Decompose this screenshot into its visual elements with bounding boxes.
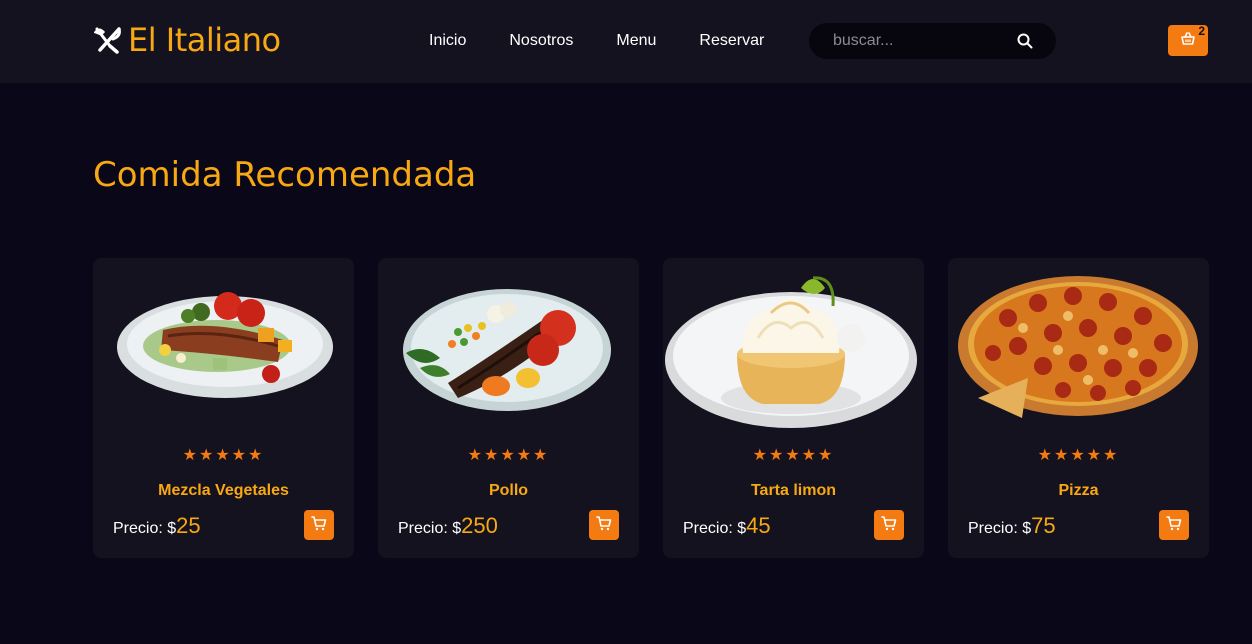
main-nav: Inicio Nosotros Menu Reservar: [429, 30, 807, 52]
price-label: Precio: $: [398, 520, 462, 537]
utensils-cross-icon: [93, 26, 122, 54]
price: Precio: $ 45: [683, 513, 771, 539]
food-card: ★★★★★ Pizza Precio: $ 75: [948, 258, 1209, 558]
basket-icon: [1181, 31, 1195, 50]
pizza-image: [958, 276, 1198, 418]
food-card: ★★★★★ Mezcla Vegetales Precio: $ 25: [93, 258, 354, 558]
cart-button[interactable]: 2: [1168, 24, 1208, 56]
rating-stars: ★★★★★: [182, 445, 265, 464]
rating-stars: ★★★★★: [1037, 445, 1120, 464]
price-value: 45: [746, 513, 771, 538]
nav-inicio[interactable]: Inicio: [429, 30, 466, 52]
mixed-vegetables-image: [117, 292, 333, 398]
cart-icon: [311, 515, 327, 536]
site-header: El Italiano Inicio Nosotros Menu Reserva…: [0, 0, 1252, 83]
food-card: ★★★★★ Pollo Precio: $ 250: [378, 258, 639, 558]
section-title: Comida Recomendada: [93, 155, 477, 195]
brand-logo[interactable]: El Italiano: [93, 20, 281, 60]
food-name: Mezcla Vegetales: [158, 482, 289, 499]
food-name: Pizza: [1058, 482, 1099, 499]
cart-count-badge: 2: [1198, 24, 1205, 38]
rating-stars: ★★★★★: [467, 445, 550, 464]
food-card-list: ★★★★★ Mezcla Vegetales Precio: $ 25 ★★★★…: [93, 258, 1209, 558]
search-input[interactable]: [833, 30, 1013, 52]
cart-icon: [1166, 515, 1182, 536]
search-icon[interactable]: [1014, 30, 1036, 52]
price-value: 75: [1031, 513, 1056, 538]
search-box: [809, 23, 1056, 59]
food-name: Pollo: [488, 482, 529, 499]
price-value: 250: [461, 513, 498, 538]
price-value: 25: [176, 513, 201, 538]
lemon-tart-image: [665, 276, 917, 428]
rating-stars: ★★★★★: [752, 445, 835, 464]
nav-menu[interactable]: Menu: [616, 30, 656, 52]
price-label: Precio: $: [968, 520, 1032, 537]
price: Precio: $ 75: [968, 513, 1056, 539]
brand-name: El Italiano: [128, 21, 281, 59]
food-name: Tarta limon: [750, 482, 837, 499]
add-to-cart-button[interactable]: [589, 510, 619, 540]
food-card: ★★★★★ Tarta limon Precio: $ 45: [663, 258, 924, 558]
price: Precio: $ 250: [398, 513, 498, 539]
price: Precio: $ 25: [113, 513, 201, 539]
cart-icon: [596, 515, 612, 536]
cart-icon: [881, 515, 897, 536]
add-to-cart-button[interactable]: [304, 510, 334, 540]
chicken-image: [403, 289, 611, 411]
add-to-cart-button[interactable]: [874, 510, 904, 540]
price-label: Precio: $: [683, 520, 747, 537]
price-label: Precio: $: [113, 520, 177, 537]
nav-reservar[interactable]: Reservar: [699, 30, 764, 52]
add-to-cart-button[interactable]: [1159, 510, 1189, 540]
nav-nosotros[interactable]: Nosotros: [509, 30, 573, 52]
